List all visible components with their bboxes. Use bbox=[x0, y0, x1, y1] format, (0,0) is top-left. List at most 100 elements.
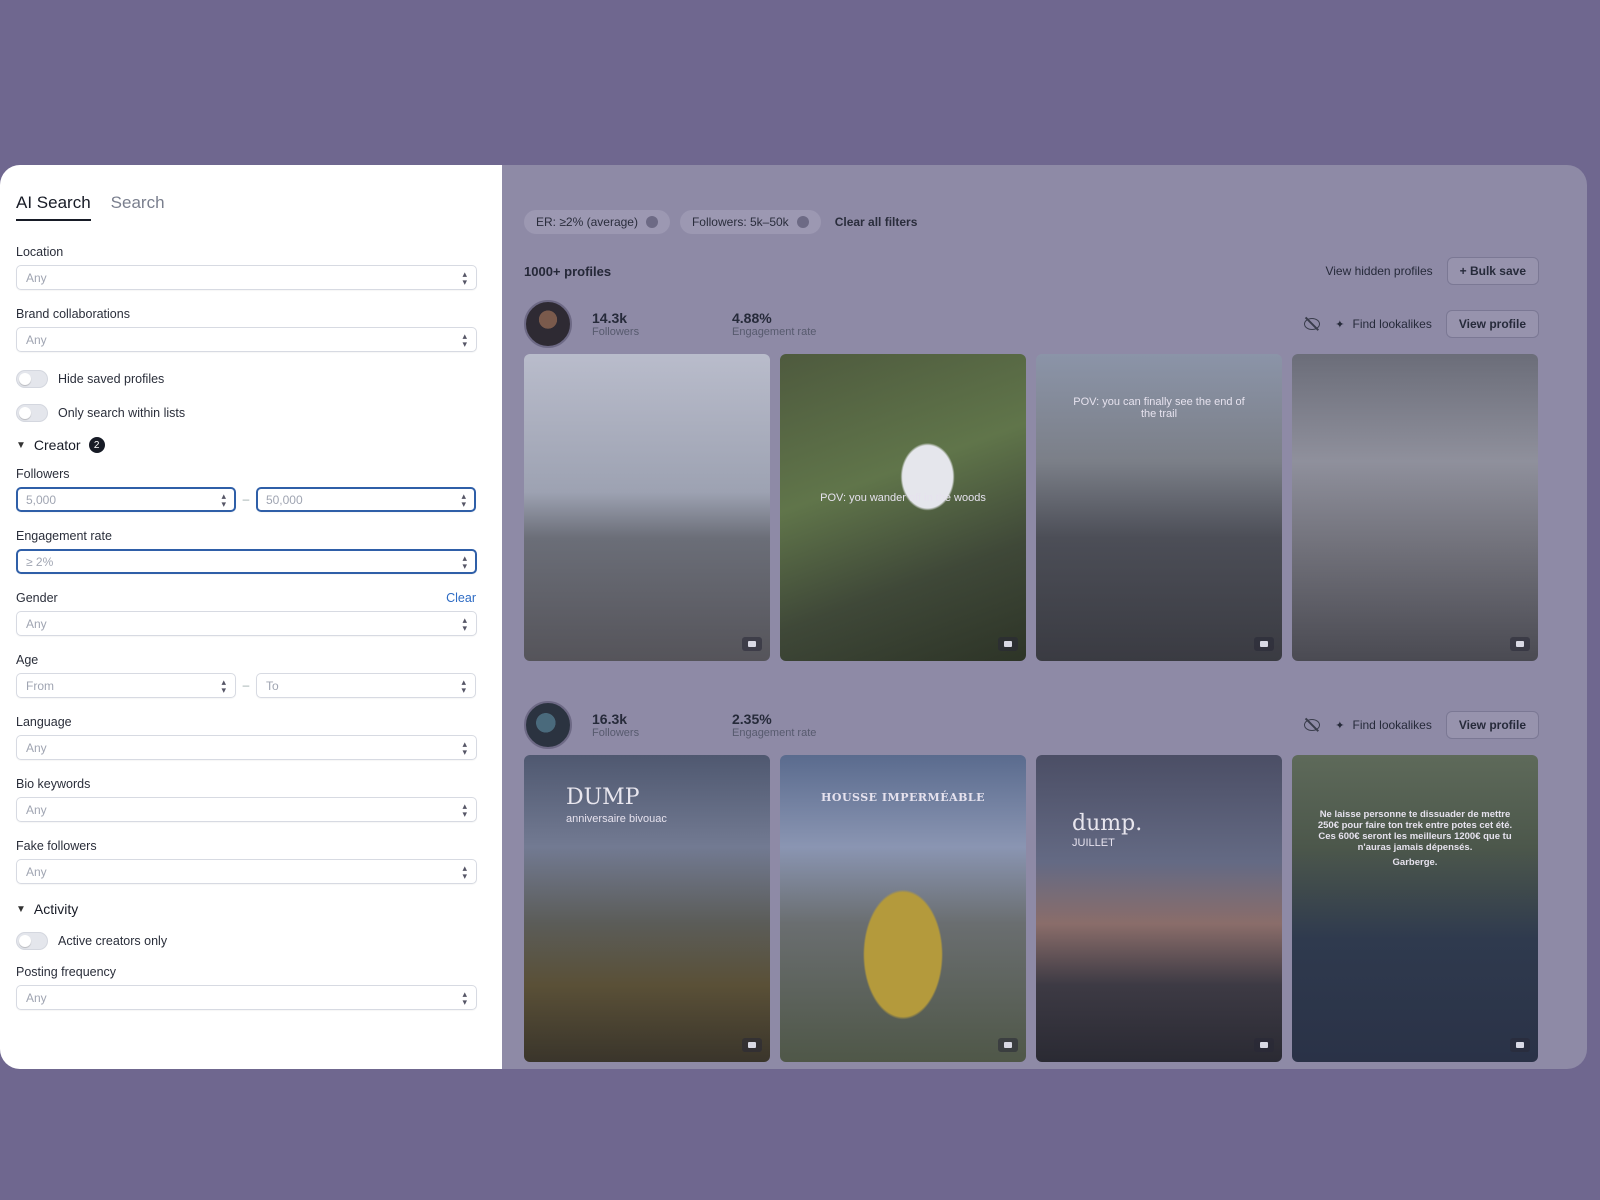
posting-select[interactable]: Any ▴ ▾ bbox=[16, 985, 477, 1010]
profile-card: 16.3k Followers 2.35% Engagement rate ✦ … bbox=[524, 701, 1539, 1062]
active-only-toggle[interactable] bbox=[16, 932, 48, 950]
post-thumbnail[interactable]: POV: you wander off in the woods bbox=[780, 354, 1026, 661]
age-to-value: To bbox=[265, 678, 279, 693]
chevron-down-icon: ▼ bbox=[16, 903, 26, 915]
select-arrows-icon: ▴ ▾ bbox=[461, 676, 466, 695]
post-thumbnail[interactable]: DUMP anniversaire bivouac bbox=[524, 755, 770, 1062]
lists-only-toggle[interactable] bbox=[16, 404, 48, 422]
followers-label: Followers bbox=[592, 326, 640, 338]
followers-range: 5,000 ▴ ▾ – 50,000 ▴ ▾ bbox=[16, 487, 476, 529]
post-caption: POV: you can finally see the end of the … bbox=[1073, 396, 1245, 420]
gender-clear-link[interactable]: Clear bbox=[446, 591, 476, 605]
filter-chip-followers[interactable]: Followers: 5k–50k bbox=[679, 210, 821, 234]
creator-title: Creator bbox=[33, 437, 81, 453]
gender-label-row: Gender Clear bbox=[16, 591, 476, 605]
video-icon bbox=[1254, 1038, 1274, 1052]
tab-ai-search[interactable]: AI Search bbox=[16, 193, 91, 221]
engagement-value: 4.88% bbox=[732, 310, 772, 326]
creator-count-badge: 2 bbox=[88, 437, 105, 453]
profile-header: 16.3k Followers 2.35% Engagement rate ✦ … bbox=[524, 701, 1539, 749]
post-caption-sub: Garberge. bbox=[1392, 857, 1438, 868]
fake-select[interactable]: Any ▴ ▾ bbox=[16, 859, 477, 884]
fake-value: Any bbox=[26, 864, 47, 879]
activity-section-header[interactable]: ▼ Activity bbox=[16, 901, 476, 917]
post-caption-sub: anniversaire bivouac bbox=[566, 813, 667, 825]
post-thumbnail[interactable]: Ne laisse personne te dissuader de mettr… bbox=[1292, 755, 1538, 1062]
brand-label: Brand collaborations bbox=[16, 307, 130, 321]
select-arrows-icon: ▴ ▾ bbox=[462, 614, 467, 633]
filter-sidebar: AI Search Search Location Any ▴ ▾ Brand c… bbox=[0, 165, 502, 1069]
select-arrows-icon: ▴ ▾ bbox=[221, 676, 227, 695]
select-arrows-icon: ▴ ▾ bbox=[462, 552, 467, 571]
profile-header: 14.3k Followers 4.88% Engagement rate ✦ … bbox=[524, 300, 1539, 348]
engagement-label: Engagement rate bbox=[732, 326, 817, 338]
range-dash: – bbox=[242, 492, 250, 506]
video-icon bbox=[1510, 637, 1530, 651]
fake-label: Fake followers bbox=[16, 839, 97, 853]
eye-off-icon[interactable] bbox=[1303, 317, 1321, 331]
creator-section-header[interactable]: ▼ Creator 2 bbox=[16, 437, 476, 453]
post-thumbnail[interactable]: dump. JUILLET bbox=[1036, 755, 1282, 1062]
filter-chip-label: Followers: 5k–50k bbox=[691, 215, 789, 229]
age-to-select[interactable]: To ▴ ▾ bbox=[255, 673, 476, 698]
video-icon bbox=[742, 1038, 762, 1052]
bulk-save-button[interactable]: + Bulk save bbox=[1446, 257, 1539, 285]
clear-all-filters-link[interactable]: Clear all filters bbox=[835, 215, 918, 229]
results-bar: 1000+ profiles View hidden profiles + Bu… bbox=[524, 257, 1539, 285]
gender-value: Any bbox=[26, 616, 47, 631]
post-thumbnail[interactable] bbox=[1292, 354, 1538, 661]
followers-max-value: 50,000 bbox=[265, 492, 303, 507]
post-grid: POV: you wander off in the woods POV: yo… bbox=[524, 354, 1539, 661]
results-actions: View hidden profiles + Bulk save bbox=[1325, 257, 1539, 285]
post-caption: dump. bbox=[1072, 811, 1143, 836]
age-range: From ▴ ▾ – To ▴ ▾ bbox=[16, 673, 476, 715]
bio-select[interactable]: Any ▴ ▾ bbox=[16, 797, 477, 822]
posting-value: Any bbox=[26, 990, 47, 1005]
followers-label: Followers bbox=[16, 467, 70, 481]
find-lookalikes-button[interactable]: ✦ Find lookalikes bbox=[1335, 317, 1432, 331]
results-count: 1000+ profiles bbox=[524, 263, 612, 279]
followers-max-input[interactable]: 50,000 ▴ ▾ bbox=[255, 487, 476, 512]
eye-off-icon[interactable] bbox=[1303, 718, 1321, 732]
followers-stat: 16.3k Followers bbox=[592, 711, 712, 739]
brand-select[interactable]: Any ▴ ▾ bbox=[16, 327, 477, 352]
location-label: Location bbox=[16, 245, 64, 259]
close-icon[interactable] bbox=[796, 216, 809, 228]
post-caption-sub: JUILLET bbox=[1072, 837, 1115, 849]
language-select[interactable]: Any ▴ ▾ bbox=[16, 735, 477, 760]
view-hidden-profiles-button[interactable]: View hidden profiles bbox=[1325, 264, 1432, 278]
post-thumbnail[interactable] bbox=[524, 354, 770, 661]
bio-label: Bio keywords bbox=[16, 777, 91, 791]
gender-select[interactable]: Any ▴ ▾ bbox=[16, 611, 477, 636]
followers-min-input[interactable]: 5,000 ▴ ▾ bbox=[16, 487, 237, 512]
filter-chip-label: ER: ≥2% (average) bbox=[536, 215, 638, 229]
post-thumbnail[interactable]: HOUSSE IMPERMÉABLE bbox=[780, 755, 1026, 1062]
engagement-stat: 4.88% Engagement rate bbox=[732, 310, 852, 338]
age-from-select[interactable]: From ▴ ▾ bbox=[16, 673, 237, 698]
profile-actions: ✦ Find lookalikes View profile bbox=[1303, 310, 1539, 338]
app-window: AI Search Search Location Any ▴ ▾ Brand c… bbox=[0, 165, 1587, 1069]
post-thumbnail[interactable]: POV: you can finally see the end of the … bbox=[1036, 354, 1282, 661]
language-value: Any bbox=[26, 740, 47, 755]
hide-saved-toggle[interactable] bbox=[16, 370, 48, 388]
find-lookalikes-button[interactable]: ✦ Find lookalikes bbox=[1335, 718, 1432, 732]
filter-chip-er[interactable]: ER: ≥2% (average) bbox=[524, 210, 670, 234]
age-label: Age bbox=[16, 653, 39, 667]
post-caption: Ne laisse personne te dissuader de mettr… bbox=[1317, 809, 1513, 853]
gender-label: Gender bbox=[16, 591, 58, 605]
select-arrows-icon: ▴ ▾ bbox=[462, 268, 467, 287]
chevron-down-icon: ▼ bbox=[16, 439, 26, 451]
avatar[interactable] bbox=[524, 300, 572, 348]
close-icon[interactable] bbox=[645, 216, 658, 228]
language-label: Language bbox=[16, 715, 72, 729]
activity-title: Activity bbox=[33, 901, 79, 917]
view-profile-button[interactable]: View profile bbox=[1445, 310, 1539, 338]
profile-card: 14.3k Followers 4.88% Engagement rate ✦ … bbox=[524, 300, 1539, 661]
tab-search[interactable]: Search bbox=[111, 193, 165, 219]
location-select[interactable]: Any ▴ ▾ bbox=[16, 265, 477, 290]
engagement-select[interactable]: ≥ 2% ▴ ▾ bbox=[16, 549, 477, 574]
bio-value: Any bbox=[26, 802, 47, 817]
hide-saved-label: Hide saved profiles bbox=[58, 372, 165, 386]
view-profile-button[interactable]: View profile bbox=[1445, 711, 1539, 739]
avatar[interactable] bbox=[524, 701, 572, 749]
